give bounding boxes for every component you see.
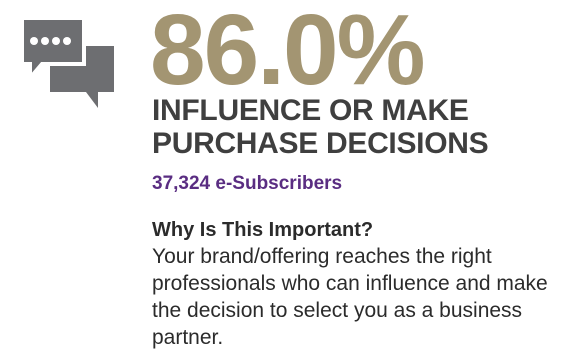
why-title: Why Is This Important? bbox=[152, 219, 374, 241]
headline-line-1: INFLUENCE OR MAKE bbox=[152, 94, 469, 127]
stat-headline: INFLUENCE OR MAKE PURCHASE DECISIONS bbox=[152, 94, 489, 160]
headline-line-2: PURCHASE DECISIONS bbox=[152, 127, 489, 160]
stat-value: 86.0% bbox=[150, 0, 426, 106]
why-body: Your brand/offering reaches the right pr… bbox=[152, 245, 548, 349]
subscribers-count: 37,324 e-Subscribers bbox=[152, 173, 343, 194]
dot-1 bbox=[30, 37, 38, 45]
dot-2 bbox=[41, 37, 49, 45]
dot-4 bbox=[63, 37, 71, 45]
chat-bubbles-icon bbox=[20, 16, 118, 114]
dot-3 bbox=[52, 37, 60, 45]
